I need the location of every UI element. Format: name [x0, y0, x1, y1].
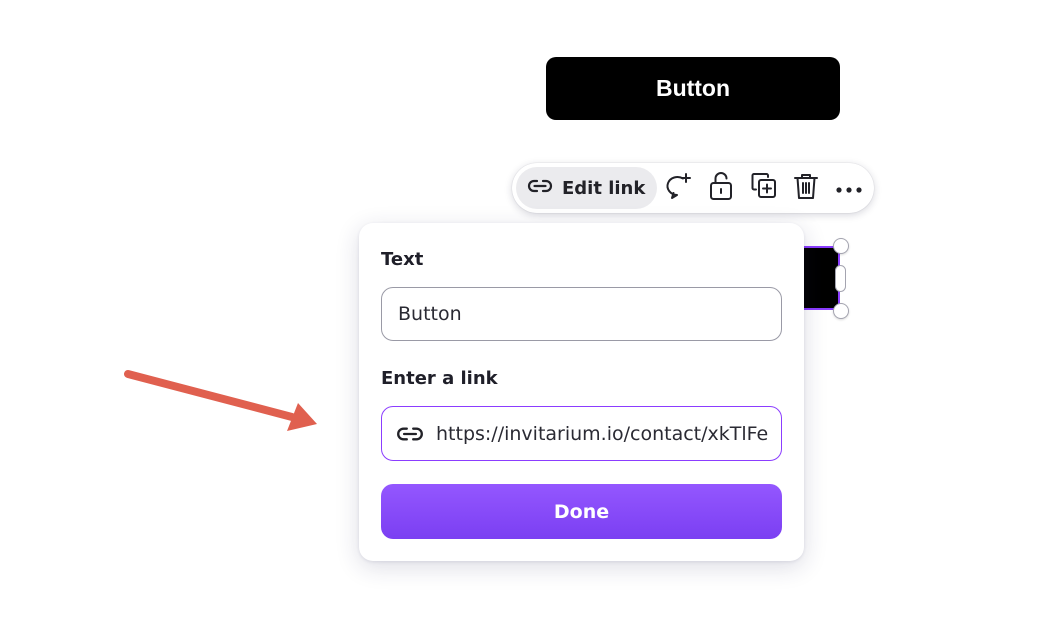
link-icon [394, 422, 426, 446]
duplicate-button[interactable] [742, 167, 785, 209]
text-input[interactable] [381, 287, 782, 341]
add-comment-icon [663, 170, 695, 206]
unlock-icon [707, 170, 735, 206]
element-toolbar: Edit link [512, 163, 874, 213]
link-input[interactable] [436, 407, 781, 460]
edit-link-label: Edit link [562, 177, 646, 199]
more-options-button[interactable] [827, 167, 870, 209]
duplicate-icon [749, 171, 779, 205]
resize-handle-top-right[interactable] [833, 238, 849, 254]
link-field-label: Enter a link [381, 368, 498, 389]
canvas-button-element[interactable]: Button [546, 57, 840, 120]
unlock-button[interactable] [700, 167, 743, 209]
add-comment-button[interactable] [657, 167, 700, 209]
done-button[interactable]: Done [381, 484, 782, 539]
edit-link-popover: Text Enter a link Done [359, 223, 804, 561]
resize-handle-right[interactable] [835, 265, 846, 292]
canvas-button-label: Button [655, 75, 731, 101]
link-field[interactable] [381, 406, 782, 461]
more-icon [835, 179, 863, 198]
delete-button[interactable] [785, 167, 828, 209]
text-field-label: Text [381, 249, 424, 270]
trash-icon [792, 171, 820, 205]
edit-link-button[interactable]: Edit link [516, 167, 658, 209]
resize-handle-bottom-right[interactable] [833, 303, 849, 319]
link-icon [526, 176, 554, 200]
